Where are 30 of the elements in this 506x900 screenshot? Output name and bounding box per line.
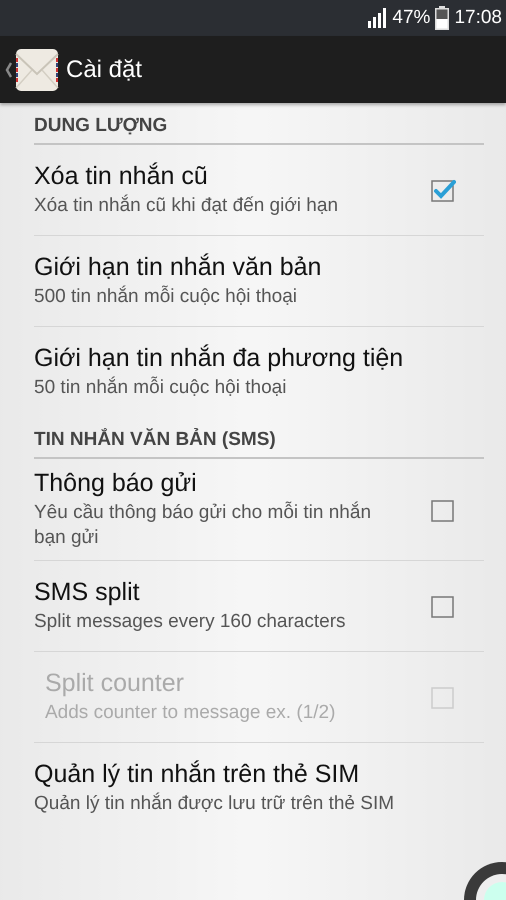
settings-item[interactable]: Quản lý tin nhắn trên thẻ SIM Quản lý tin nhắn được lưu trữ trên thẻ SIM <box>34 742 484 834</box>
item-title: Giới hạn tin nhắn văn bản <box>34 252 322 282</box>
item-summary: Quản lý tin nhắn được lưu trữ trên thẻ SIM <box>34 792 396 816</box>
item-title: Xóa tin nhắn cũ <box>34 162 209 191</box>
item-summary: Split messages every 160 characters <box>34 610 347 634</box>
item-summary: Adds counter to message ex. (1/2) <box>45 701 336 726</box>
settings-item[interactable]: Giới hạn tin nhắn văn bản 500 tin nhắn mỗi cuộc hội thoại <box>34 235 484 326</box>
battery-percent: 47% <box>392 7 430 29</box>
back-caret-icon <box>5 62 13 78</box>
settings-item[interactable]: Giới hạn tin nhắn đa phương tiện 50 tin nhắn mỗi cuộc hội thoại <box>34 326 484 417</box>
settings-item[interactable]: Xóa tin nhắn cũ Xóa tin nhắn cũ khi đạt đến giới hạn <box>34 145 484 235</box>
item-title: SMS split <box>34 578 141 608</box>
section-header: DUNG LƯỢNG <box>34 103 484 145</box>
section-header: TIN NHẮN VĂN BẢN (SMS) <box>34 417 484 459</box>
item-summary: 500 tin nhắn mỗi cuộc hội thoại <box>34 284 298 309</box>
settings-item[interactable]: Thông báo gửi Yêu cầu thông báo gửi cho mỗi tin nhắn bạn gửi <box>34 459 484 560</box>
battery-icon <box>435 6 450 30</box>
checked-checkbox[interactable] <box>430 177 456 203</box>
item-title: Thông báo gửi <box>34 469 198 498</box>
envelope-icon <box>15 48 59 92</box>
clock: 17:08 <box>454 7 502 29</box>
settings-item[interactable]: SMS split Split messages every 160 characters <box>34 560 484 652</box>
item-title: Split counter <box>45 669 185 698</box>
item-title: Giới hạn tin nhắn đa phương tiện <box>34 344 404 373</box>
item-summary: Xóa tin nhắn cũ khi đạt đến giới hạn <box>34 194 340 218</box>
item-title: Quản lý tin nhắn trên thẻ SIM <box>34 760 360 790</box>
item-summary: 50 tin nhắn mỗi cuộc hội thoại <box>34 376 288 400</box>
screen-title: Cài đặt <box>66 56 142 84</box>
signal-icon <box>367 8 388 28</box>
item-summary: Yêu cầu thông báo gửi cho mỗi tin nhắn bạn gửi <box>34 501 372 550</box>
